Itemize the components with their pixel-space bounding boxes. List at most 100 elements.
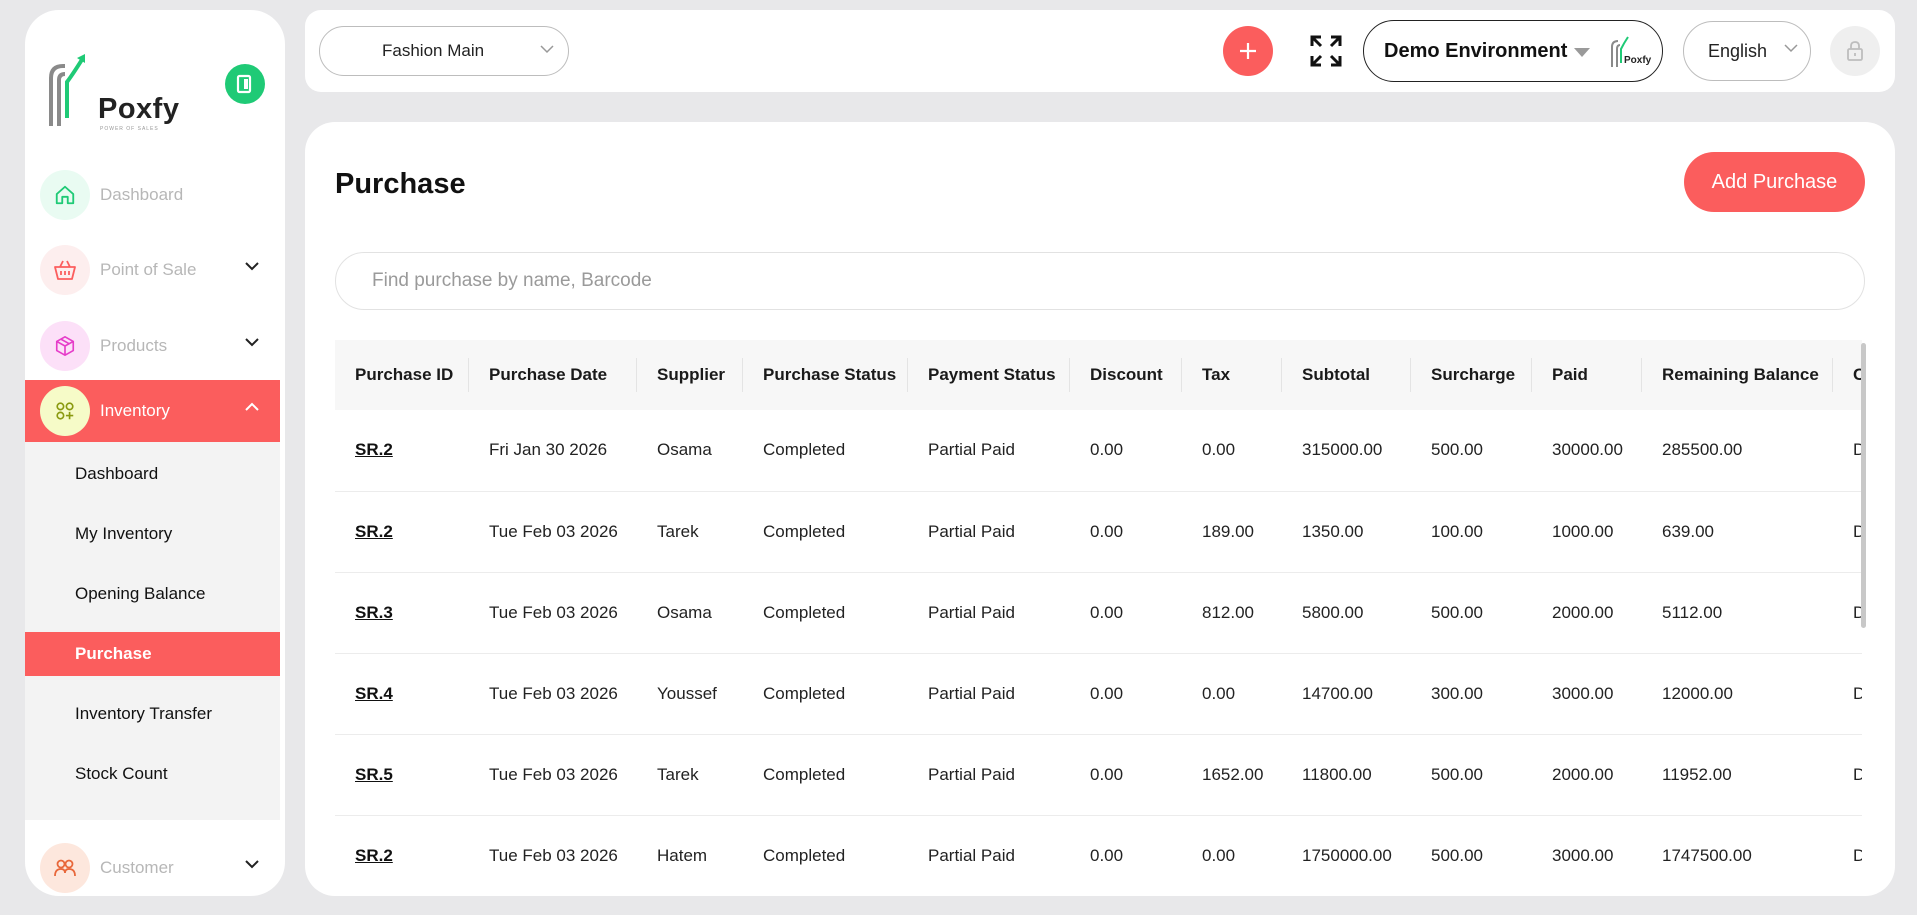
table-row[interactable]: SR.2 Tue Feb 03 2026 Hatem Completed Par… — [335, 815, 1862, 896]
purchase-id-link[interactable]: SR.2 — [335, 410, 469, 491]
column-header[interactable]: Tax — [1182, 340, 1282, 410]
table-cell: 315000.00 — [1302, 440, 1383, 460]
table-cell: D — [1833, 491, 1862, 572]
plus-icon — [1240, 43, 1256, 59]
lock-icon — [1847, 41, 1863, 61]
table-cell: 1350.00 — [1302, 521, 1364, 541]
chevron-up-icon[interactable] — [244, 402, 260, 412]
purchase-table-container: Purchase ID Purchase Date Supplier Purch… — [335, 340, 1862, 896]
table-cell: 0.00 — [1202, 845, 1236, 865]
column-header[interactable]: Purchase Date — [469, 340, 637, 410]
fullscreen-icon — [1310, 35, 1342, 67]
submenu-item-opening-balance[interactable]: Opening Balance — [25, 572, 280, 616]
collapse-sidebar-button[interactable] — [225, 64, 265, 104]
sidebar-item-point-of-sale[interactable]: Point of Sale — [25, 239, 280, 301]
table-cell: D — [1833, 734, 1862, 815]
table-cell: Completed — [763, 764, 846, 784]
column-header[interactable]: Supplier — [637, 340, 743, 410]
table-cell: 285500.00 — [1662, 440, 1743, 460]
submenu-item-purchase[interactable]: Purchase — [25, 632, 280, 676]
users-icon — [40, 843, 90, 893]
sidebar-item-inventory[interactable]: Inventory — [25, 380, 280, 442]
add-purchase-button[interactable]: Add Purchase — [1684, 152, 1865, 212]
table-cell: 100.00 — [1431, 521, 1483, 541]
table-row[interactable]: SR.5 Tue Feb 03 2026 Tarek Completed Par… — [335, 734, 1862, 815]
sidebar-item-label: Point of Sale — [100, 260, 197, 279]
table-cell: Partial Paid — [928, 440, 1015, 460]
search-input[interactable] — [335, 252, 1865, 310]
exit-icon — [236, 74, 252, 94]
table-row[interactable]: SR.2 Fri Jan 30 2026 Osama Completed Par… — [335, 410, 1862, 491]
sidebar-item-dashboard[interactable]: Dashboard — [25, 164, 280, 226]
table-cell: 5800.00 — [1302, 602, 1364, 622]
environment-logo-text: Poxfy — [1624, 55, 1652, 66]
purchase-id-link[interactable]: SR.2 — [335, 491, 469, 572]
table-row[interactable]: SR.4 Tue Feb 03 2026 Youssef Completed P… — [335, 653, 1862, 734]
column-header[interactable]: Purchase ID — [335, 340, 469, 410]
table-cell: 1747500.00 — [1662, 845, 1752, 865]
table-cell: 0.00 — [1090, 602, 1124, 622]
table-row[interactable]: SR.2 Tue Feb 03 2026 Tarek Completed Par… — [335, 491, 1862, 572]
basket-icon — [40, 245, 90, 295]
column-header[interactable]: Purchase Status — [743, 340, 908, 410]
table-cell: 500.00 — [1431, 845, 1483, 865]
purchase-id-link[interactable]: SR.2 — [335, 815, 469, 896]
column-header[interactable]: Paid — [1532, 340, 1642, 410]
environment-select[interactable]: Demo Environment Poxfy — [1363, 20, 1663, 82]
table-cell: 639.00 — [1662, 521, 1714, 541]
table-cell: D — [1833, 653, 1862, 734]
quick-add-button[interactable] — [1223, 26, 1273, 76]
sidebar-item-label: Customer — [100, 858, 174, 877]
chevron-down-icon[interactable] — [244, 337, 260, 347]
table-cell: Partial Paid — [928, 683, 1015, 703]
table-cell: Partial Paid — [928, 602, 1015, 622]
table-cell: 1000.00 — [1552, 521, 1614, 541]
branch-select[interactable]: Fashion Main — [319, 26, 569, 76]
purchase-id-link[interactable]: SR.5 — [335, 734, 469, 815]
branch-select-value: Fashion Main — [382, 41, 485, 60]
chevron-down-icon[interactable] — [244, 859, 260, 869]
submenu-item-inventory-transfer[interactable]: Inventory Transfer — [25, 692, 280, 736]
table-cell: 11800.00 — [1302, 764, 1372, 784]
table-cell: Completed — [763, 521, 846, 541]
column-header[interactable]: Remaining Balance — [1642, 340, 1833, 410]
column-header[interactable]: C — [1833, 340, 1862, 410]
table-cell: 0.00 — [1090, 440, 1124, 460]
table-scrollbar[interactable] — [1861, 343, 1866, 628]
column-header[interactable]: Payment Status — [908, 340, 1070, 410]
table-cell: 0.00 — [1202, 440, 1236, 460]
submenu-item-dashboard[interactable]: Dashboard — [25, 452, 280, 496]
table-cell: Partial Paid — [928, 764, 1015, 784]
table-cell: 1750000.00 — [1302, 845, 1392, 865]
table-cell: D — [1833, 572, 1862, 653]
sidebar-item-label: Inventory — [100, 401, 170, 420]
column-header[interactable]: Discount — [1070, 340, 1182, 410]
table-cell: 0.00 — [1090, 521, 1124, 541]
table-cell: 0.00 — [1202, 683, 1236, 703]
language-select[interactable]: English — [1683, 21, 1811, 81]
sidebar: Poxfy POWER OF SALES Dashboard Point of … — [25, 10, 285, 896]
fullscreen-button[interactable] — [1309, 34, 1343, 68]
brand-name: Poxfy — [98, 93, 180, 125]
purchase-id-link[interactable]: SR.4 — [335, 653, 469, 734]
lock-button[interactable] — [1830, 26, 1880, 76]
column-header[interactable]: Subtotal — [1282, 340, 1411, 410]
environment-name: Demo Environment — [1384, 39, 1568, 62]
table-cell: 500.00 — [1431, 602, 1483, 622]
sidebar-item-customer[interactable]: Customer — [25, 837, 280, 896]
chevron-down-icon — [540, 45, 554, 54]
column-header[interactable]: Surcharge — [1411, 340, 1532, 410]
table-cell: 500.00 — [1431, 764, 1483, 784]
top-bar: Fashion Main Demo Environment Poxfy Engl… — [305, 10, 1895, 92]
language-select-value: English — [1708, 40, 1768, 61]
table-cell: Partial Paid — [928, 845, 1015, 865]
chevron-down-icon[interactable] — [244, 261, 260, 271]
table-cell: D — [1853, 440, 1862, 460]
purchase-id-link[interactable]: SR.3 — [335, 572, 469, 653]
table-cell: D — [1833, 815, 1862, 896]
submenu-item-my-inventory[interactable]: My Inventory — [25, 512, 280, 556]
table-row[interactable]: SR.3 Tue Feb 03 2026 Osama Completed Par… — [335, 572, 1862, 653]
sidebar-item-products[interactable]: Products — [25, 315, 280, 377]
submenu-item-stock-count[interactable]: Stock Count — [25, 752, 280, 796]
table-cell: 30000.00 — [1552, 440, 1623, 460]
